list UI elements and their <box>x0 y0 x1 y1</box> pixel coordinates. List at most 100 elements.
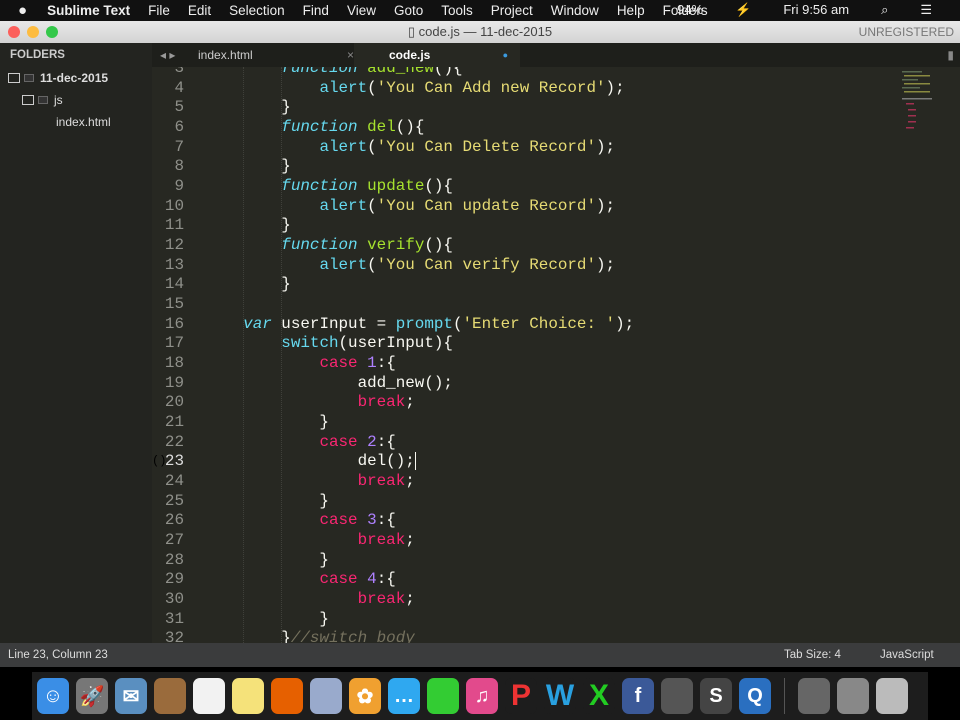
code-line[interactable]: 18 case 1:{ <box>152 353 892 373</box>
tab-code-js[interactable]: code.js ● <box>354 43 520 67</box>
code-line[interactable]: 24 break; <box>152 471 892 491</box>
dock-photos-icon[interactable]: ✿ <box>349 678 381 714</box>
code-line[interactable]: 5 } <box>152 97 892 117</box>
token-p: } <box>205 609 329 628</box>
code-line[interactable]: 19 add_new(); <box>152 373 892 393</box>
zoom-window-button[interactable] <box>46 26 58 38</box>
token-p: } <box>205 98 291 117</box>
tab-size-selector[interactable]: Tab Size: 4 <box>784 643 841 667</box>
code-text: function del(){ <box>205 117 424 137</box>
dock-excel-icon[interactable]: X <box>583 678 615 714</box>
line-number: 19 <box>164 373 184 392</box>
clock[interactable]: Fri 9:56 am <box>783 2 849 18</box>
code-line[interactable]: 17 switch(userInput){ <box>152 333 892 353</box>
code-line[interactable]: 11 } <box>152 215 892 235</box>
token-p: ; <box>405 590 415 609</box>
code-line[interactable]: 29 case 4:{ <box>152 569 892 589</box>
code-line[interactable]: 20 break; <box>152 392 892 412</box>
close-window-button[interactable] <box>8 26 20 38</box>
code-line[interactable]: 22 case 2:{ <box>152 432 892 452</box>
code-line[interactable]: 21 } <box>152 412 892 432</box>
syntax-selector[interactable]: JavaScript <box>880 643 934 667</box>
spotlight-search-icon[interactable]: ⌕ <box>881 2 888 18</box>
folder-js[interactable]: js <box>0 89 152 111</box>
code-line[interactable]: 3 function add_new(){ <box>152 67 892 78</box>
token-p <box>205 570 319 588</box>
code-line[interactable]: 10 alert('You Can update Record'); <box>152 196 892 216</box>
menu-window[interactable]: Window <box>551 3 599 18</box>
dock-stack-2-icon[interactable] <box>837 678 869 714</box>
menu-find[interactable]: Find <box>303 3 329 18</box>
menu-project[interactable]: Project <box>491 3 533 18</box>
dock-powerpoint-icon[interactable]: P <box>505 678 537 714</box>
dock-photo-app-icon[interactable] <box>661 678 693 714</box>
token-p: :{ <box>376 432 396 451</box>
dock-reminders-icon[interactable] <box>193 678 225 714</box>
code-line[interactable]: 25 } <box>152 491 892 511</box>
dock-quicktime-icon[interactable]: Q <box>739 678 771 714</box>
minimize-window-button[interactable] <box>27 26 39 38</box>
minimap[interactable] <box>900 71 936 131</box>
code-text: break; <box>205 589 415 609</box>
dock-preview-icon[interactable] <box>310 678 342 714</box>
dock-word-icon[interactable]: W <box>544 678 576 714</box>
code-line[interactable]: 15 <box>152 294 892 314</box>
app-menu[interactable]: Sublime Text <box>47 3 130 18</box>
dock-facetime-icon[interactable] <box>427 678 459 714</box>
code-line[interactable]: 31 } <box>152 609 892 629</box>
dock-sublime-text-icon[interactable]: S <box>700 678 732 714</box>
dock-firefox-icon[interactable] <box>271 678 303 714</box>
dock-contacts-icon[interactable] <box>154 678 186 714</box>
code-line[interactable]: 7 alert('You Can Delete Record'); <box>152 137 892 157</box>
line-number: 9 <box>174 177 184 196</box>
code-editor[interactable]: 3 function add_new(){4 alert('You Can Ad… <box>152 67 960 643</box>
line-number: 13 <box>164 255 184 274</box>
code-line[interactable]: 30 break; <box>152 589 892 609</box>
token-kw: case <box>319 432 358 451</box>
code-line[interactable]: 32 }//switch body <box>152 628 892 643</box>
tab-close-icon[interactable]: × <box>347 43 354 67</box>
dock-mail-icon[interactable]: ✉ <box>115 678 147 714</box>
menu-file[interactable]: File <box>148 3 170 18</box>
token-p <box>205 67 281 77</box>
menu-tools[interactable]: Tools <box>441 3 473 18</box>
dock-launchpad-icon[interactable]: 🚀 <box>76 678 108 714</box>
menu-view[interactable]: View <box>347 3 376 18</box>
code-line[interactable]: 16 var userInput = prompt('Enter Choice:… <box>152 314 892 334</box>
dock-notes-icon[interactable] <box>232 678 264 714</box>
dock-finder-icon[interactable]: ☺ <box>37 678 69 714</box>
dock-itunes-icon[interactable]: ♫ <box>466 678 498 714</box>
menu-bar: ● Sublime Text File Edit Selection Find … <box>0 0 960 21</box>
code-line[interactable]: 8 } <box>152 156 892 176</box>
token-p <box>358 118 368 136</box>
tab-index-html[interactable]: index.html × <box>186 43 354 67</box>
dock-stack-1-icon[interactable] <box>798 678 830 714</box>
menu-selection[interactable]: Selection <box>229 3 285 18</box>
tab-overflow-icon[interactable]: ▮ <box>947 43 954 67</box>
apple-menu-icon[interactable]: ● <box>18 2 27 19</box>
code-line[interactable]: 28 } <box>152 550 892 570</box>
menu-edit[interactable]: Edit <box>188 3 211 18</box>
file-index-html[interactable]: index.html <box>0 111 152 133</box>
notification-center-icon[interactable]: ☰ <box>920 2 932 18</box>
code-line[interactable]: 27 break; <box>152 530 892 550</box>
menu-help[interactable]: Help <box>617 3 645 18</box>
code-line[interactable]: 9 function update(){ <box>152 176 892 196</box>
battery-status[interactable]: 94% <box>677 2 703 18</box>
code-line[interactable]: 12 function verify(){ <box>152 235 892 255</box>
token-builtin: alert <box>319 196 368 215</box>
dock-separator <box>784 678 785 714</box>
tab-nav-arrows[interactable]: ◂ ▸ <box>160 43 175 67</box>
code-line[interactable]: 13 alert('You Can verify Record'); <box>152 255 892 275</box>
code-text: } <box>205 550 329 570</box>
dock-trash-icon[interactable] <box>876 678 908 714</box>
menu-goto[interactable]: Goto <box>394 3 423 18</box>
code-line[interactable]: 14 } <box>152 274 892 294</box>
code-line[interactable]: () 23 del(); <box>152 451 892 471</box>
folder-11-dec-2015[interactable]: 11-dec-2015 <box>0 67 152 89</box>
dock-messages-icon[interactable]: … <box>388 678 420 714</box>
code-line[interactable]: 4 alert('You Can Add new Record'); <box>152 78 892 98</box>
dock-facebook-icon[interactable]: f <box>622 678 654 714</box>
code-line[interactable]: 6 function del(){ <box>152 117 892 137</box>
code-line[interactable]: 26 case 3:{ <box>152 510 892 530</box>
